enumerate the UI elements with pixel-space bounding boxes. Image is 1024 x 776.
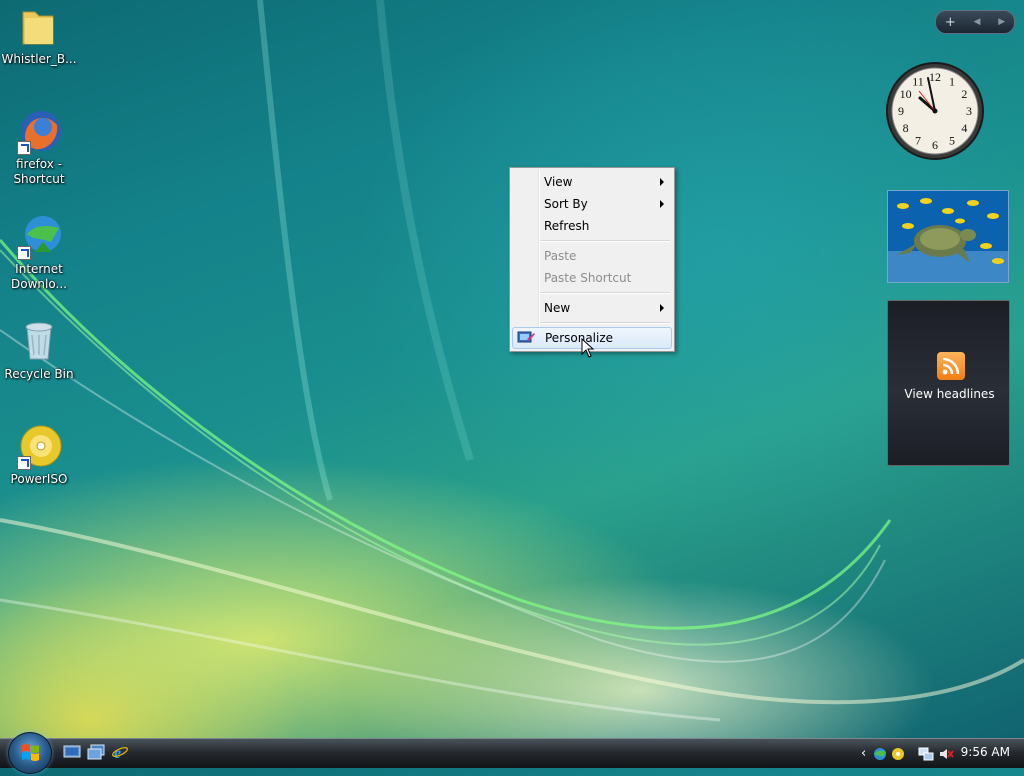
clock-number: 6 (932, 138, 938, 152)
clock-number: 9 (898, 104, 904, 118)
menu-item-label: Sort By (544, 197, 588, 211)
personalize-icon (517, 330, 535, 346)
wallpaper (0, 0, 1024, 722)
network-status-icon[interactable] (872, 746, 888, 762)
svg-text:e: e (114, 745, 121, 760)
shortcut-arrow-icon (17, 246, 31, 260)
sea-turtle-photo-icon (888, 191, 1008, 282)
menu-item-refresh[interactable]: Refresh (512, 215, 672, 237)
desktop-icon-recycle-bin[interactable]: Recycle Bin (1, 317, 77, 382)
desktop-icon-label: Recycle Bin (4, 367, 74, 381)
quick-launch-bar: e (63, 744, 129, 760)
menu-separator (540, 292, 670, 294)
menu-item-paste[interactable]: Paste (512, 245, 672, 267)
internet-download-manager-icon (15, 212, 63, 260)
submenu-arrow-icon (660, 200, 664, 208)
clock-number: 8 (903, 121, 909, 135)
network-icon[interactable] (918, 746, 934, 762)
menu-separator (540, 322, 670, 324)
rss-feed-icon (937, 352, 965, 380)
menu-item-sort-by[interactable]: Sort By (512, 193, 672, 215)
windows-start-orb-icon (22, 744, 39, 761)
clock-number: 3 (966, 104, 972, 118)
desktop-icon-internet-download-manager[interactable]: Internet Downlo... (1, 212, 77, 292)
clock-number: 10 (900, 87, 912, 101)
menu-item-paste-shortcut[interactable]: Paste Shortcut (512, 267, 672, 289)
next-page-button[interactable]: ▶ (998, 17, 1005, 27)
show-desktop-icon[interactable] (63, 744, 81, 760)
clock-number: 7 (915, 133, 921, 147)
menu-separator (540, 240, 670, 242)
clock-number: 5 (949, 133, 955, 147)
clock-number: 2 (961, 87, 967, 101)
menu-item-label: Personalize (545, 331, 614, 345)
menu-item-label: Paste (544, 249, 577, 263)
shortcut-arrow-icon (17, 456, 31, 470)
menu-item-view[interactable]: View (512, 171, 672, 193)
poweriso-icon (15, 422, 63, 470)
submenu-arrow-icon (660, 178, 664, 186)
menu-item-new[interactable]: New (512, 297, 672, 319)
clock-number: 12 (929, 70, 941, 84)
mouse-cursor-icon (581, 338, 595, 358)
menu-item-label: Paste Shortcut (544, 271, 632, 285)
menu-item-label: New (544, 301, 571, 315)
internet-explorer-icon[interactable]: e (111, 744, 129, 760)
desktop-icon-firefox-shortcut[interactable]: firefox - Shortcut (1, 107, 77, 187)
security-shield-icon[interactable] (890, 746, 906, 762)
slideshow-gadget[interactable] (887, 190, 1009, 283)
desktop-icon-whistler-folder[interactable]: Whistler_B... (1, 2, 77, 67)
desktop-icon-label: Whistler_B... (1, 52, 77, 66)
shortcut-arrow-icon (17, 141, 31, 155)
feed-headlines-gadget[interactable]: View headlines (887, 300, 1010, 466)
show-hidden-icons-chevron[interactable]: ‹ (861, 746, 866, 761)
menu-item-label: View (544, 175, 573, 189)
view-headlines-label[interactable]: View headlines (888, 387, 1011, 401)
desktop-icon-label: PowerISO (10, 472, 68, 486)
desktop-icon-poweriso[interactable]: PowerISO (1, 422, 77, 487)
switch-windows-icon[interactable] (87, 744, 105, 760)
clock-number: 1 (949, 75, 955, 89)
firefox-icon (15, 107, 63, 155)
sidebar-controls: + ◀ ▶ (935, 10, 1015, 34)
desktop-context-menu: View Sort By Refresh Paste Paste Shortcu… (509, 167, 675, 352)
clock-number: 4 (961, 121, 967, 135)
folder-icon (15, 2, 63, 50)
clock-gadget[interactable]: 12 1 2 3 4 5 6 7 8 9 10 11 (886, 50, 984, 172)
menu-item-label: Refresh (544, 219, 590, 233)
recycle-bin-icon (15, 317, 63, 365)
clock-number: 11 (912, 75, 924, 89)
submenu-arrow-icon (660, 304, 664, 312)
desktop-icon-label: Internet Downlo... (11, 262, 67, 291)
volume-muted-icon[interactable] (938, 746, 954, 762)
desktop-icon-label: firefox - Shortcut (13, 157, 65, 186)
previous-page-button[interactable]: ◀ (974, 17, 981, 27)
taskbar-clock[interactable]: 9:56 AM (961, 745, 1010, 759)
add-gadget-button[interactable]: + (945, 15, 956, 30)
